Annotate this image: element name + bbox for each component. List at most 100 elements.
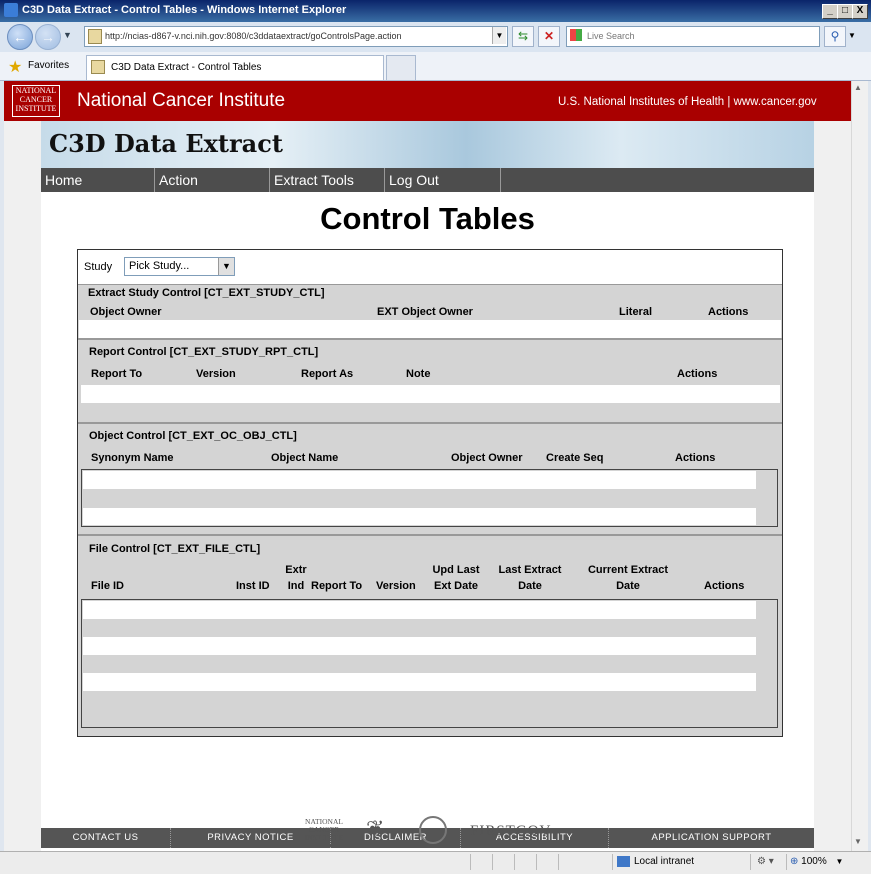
table-row xyxy=(83,673,756,691)
refresh-icon[interactable]: ⇆ xyxy=(512,26,534,47)
intranet-icon xyxy=(617,855,630,867)
vertical-scrollbar[interactable]: ▲ ▼ xyxy=(851,81,868,851)
hhs-logo-icon[interactable]: ❦ xyxy=(366,816,384,842)
nih-seal-icon[interactable] xyxy=(419,816,447,844)
study-label: Study xyxy=(84,261,113,273)
status-cell xyxy=(514,854,537,870)
col-last-line1: Last Extract xyxy=(498,564,562,576)
object-grid[interactable] xyxy=(81,469,778,527)
table-row xyxy=(83,508,756,525)
page-title: Control Tables xyxy=(320,201,535,236)
chevron-down-icon[interactable]: ▼ xyxy=(218,258,234,275)
new-tab-button[interactable] xyxy=(386,55,416,80)
tab-title: C3D Data Extract - Control Tables xyxy=(111,62,262,73)
status-cell xyxy=(492,854,515,870)
status-cell xyxy=(470,854,493,870)
protected-mode-icon[interactable]: ⚙ ▾ xyxy=(750,854,783,870)
control-tables-panel: Study Pick Study... ▼ Extract Study Cont… xyxy=(77,249,783,737)
table-row xyxy=(83,471,756,489)
col-report-to: Report To xyxy=(91,368,143,380)
col-object-owner: Object Owner xyxy=(90,306,162,318)
minimize-button[interactable]: _ xyxy=(822,4,838,19)
scroll-up-icon[interactable]: ▲ xyxy=(854,83,862,92)
app-page: C3D Data Extract Home Action Extract Too… xyxy=(41,121,814,851)
footer-contact-us[interactable]: CONTACT US xyxy=(41,828,171,848)
menu-action[interactable]: Action xyxy=(155,168,270,192)
col-inst-id: Inst ID xyxy=(236,580,270,592)
zoom-control[interactable]: ⊕ 100% ▼ xyxy=(786,854,855,870)
browser-tab[interactable]: C3D Data Extract - Control Tables xyxy=(86,55,384,80)
col-report-to: Report To xyxy=(311,580,363,592)
col-actions: Actions xyxy=(704,580,745,592)
section-divider xyxy=(78,338,782,340)
col-object-owner: Object Owner xyxy=(451,452,523,464)
address-url: http://ncias-d867-v.nci.nih.gov:8080/c3d… xyxy=(105,31,402,41)
col-extr-ind: Extr Ind xyxy=(281,562,311,594)
window-title: C3D Data Extract - Control Tables - Wind… xyxy=(22,4,347,16)
col-synonym-name: Synonym Name xyxy=(91,452,174,464)
col-cur-line2: Date xyxy=(616,580,640,592)
menu-extract-tools[interactable]: Extract Tools xyxy=(270,168,385,192)
forward-button[interactable]: → xyxy=(35,24,61,50)
nci-logo[interactable]: NATIONAL CANCER INSTITUTE xyxy=(12,85,60,117)
address-bar[interactable]: http://ncias-d867-v.nci.nih.gov:8080/c3d… xyxy=(84,26,508,47)
col-current-extract-date: Current Extract Date xyxy=(578,562,678,594)
menu-home[interactable]: Home xyxy=(41,168,155,192)
study-select[interactable]: Pick Study... ▼ xyxy=(124,257,235,276)
zoom-dropdown-icon[interactable]: ▼ xyxy=(836,857,844,866)
extract-study-empty-row xyxy=(79,320,781,338)
nih-links[interactable]: U.S. National Institutes of Health | www… xyxy=(558,96,817,108)
report-empty-row xyxy=(81,385,780,403)
window-title-bar: C3D Data Extract - Control Tables - Wind… xyxy=(0,0,871,22)
page-viewport: NATIONAL CANCER INSTITUTE National Cance… xyxy=(4,81,851,851)
menu-log-out[interactable]: Log Out xyxy=(385,168,501,192)
col-file-id: File ID xyxy=(91,580,125,592)
col-create-seq: Create Seq xyxy=(546,452,604,464)
extract-study-title: Extract Study Control [CT_EXT_STUDY_CTL] xyxy=(88,287,325,299)
favorites-star-icon[interactable]: ★ xyxy=(8,57,22,77)
table-row xyxy=(83,637,756,655)
footer-nci-logo[interactable]: NATIONAL CANCER INSTITUTE xyxy=(302,818,346,846)
file-grid[interactable] xyxy=(81,599,778,728)
tab-page-icon xyxy=(91,60,105,75)
scroll-down-icon[interactable]: ▼ xyxy=(854,837,862,846)
col-extr-ind-line2: Ind xyxy=(287,580,305,592)
col-actions: Actions xyxy=(708,306,749,318)
object-control-title: Object Control [CT_EXT_OC_OBJ_CTL] xyxy=(89,430,297,442)
recent-pages-icon[interactable]: ▼ xyxy=(63,30,72,40)
table-row xyxy=(83,601,756,619)
stop-icon[interactable]: ✕ xyxy=(538,26,560,47)
col-last-line2: Date xyxy=(518,580,542,592)
security-zone[interactable]: Local intranet xyxy=(612,854,748,870)
zone-label: Local intranet xyxy=(634,856,695,867)
search-placeholder: Live Search xyxy=(587,31,635,41)
address-dropdown-icon[interactable]: ▼ xyxy=(492,27,506,44)
section-divider xyxy=(78,534,782,536)
back-button[interactable]: ← xyxy=(7,24,33,50)
col-cur-line1: Current Extract xyxy=(587,564,669,576)
file-control-title: File Control [CT_EXT_FILE_CTL] xyxy=(89,543,261,555)
page-icon xyxy=(88,29,102,44)
footer-firstgov-logo[interactable]: FIRSTGOV xyxy=(470,823,551,840)
nci-name[interactable]: National Cancer Institute xyxy=(77,90,285,112)
app-title: C3D Data Extract xyxy=(49,129,283,158)
close-button[interactable]: X xyxy=(852,4,868,19)
col-note: Note xyxy=(406,368,431,380)
search-icon[interactable]: ⚲ xyxy=(824,26,846,47)
status-cell xyxy=(558,854,593,870)
search-options-icon[interactable]: ▼ xyxy=(848,31,856,40)
windows-live-icon xyxy=(570,29,582,41)
search-input[interactable]: Live Search xyxy=(566,26,820,47)
favorites-button[interactable]: Favorites xyxy=(28,60,69,71)
main-menu: Home Action Extract Tools Log Out xyxy=(41,168,814,192)
maximize-button[interactable]: □ xyxy=(837,4,853,19)
zoom-icon: ⊕ xyxy=(790,856,799,867)
zoom-level: 100% xyxy=(801,856,827,867)
col-upd-line2: Ext Date xyxy=(433,580,479,592)
col-object-name: Object Name xyxy=(271,452,339,464)
col-upd-last-ext-date: Upd Last Ext Date xyxy=(426,562,486,594)
col-upd-line1: Upd Last xyxy=(432,564,480,576)
section-divider xyxy=(78,422,782,424)
status-bar: Local intranet ⚙ ▾ ⊕ 100% ▼ xyxy=(0,851,871,874)
footer-application-support[interactable]: APPLICATION SUPPORT xyxy=(609,828,814,848)
